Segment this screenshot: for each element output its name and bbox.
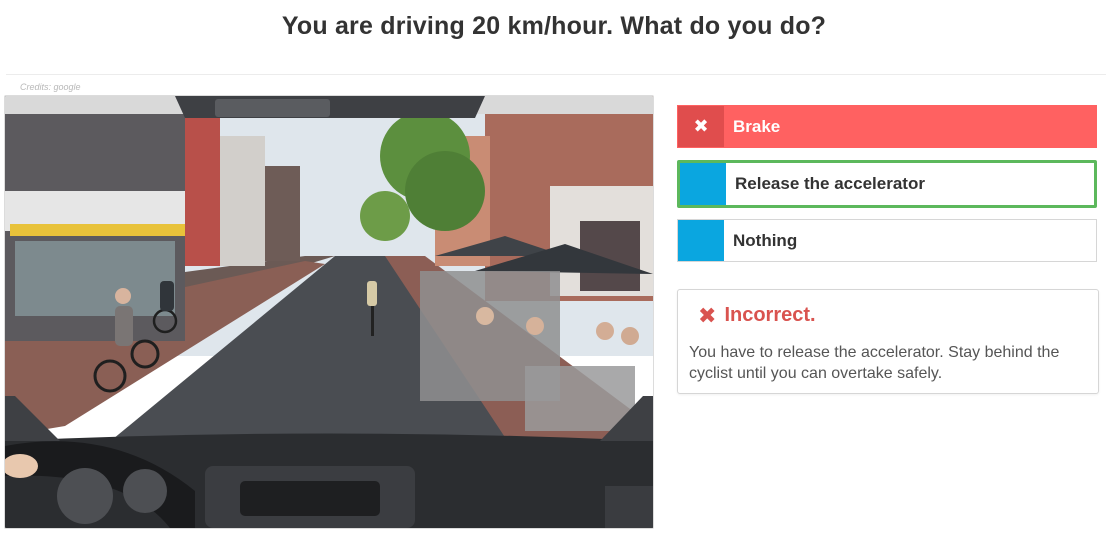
answer-label: Nothing xyxy=(733,230,798,250)
feedback-panel: ✖ Incorrect. You have to release the acc… xyxy=(677,289,1099,394)
answer-marker xyxy=(680,163,726,205)
feedback-title: Incorrect. xyxy=(724,304,816,326)
answer-brake-button[interactable]: ✖ Brake xyxy=(677,105,1097,148)
feedback-header: ✖ Incorrect. xyxy=(698,304,816,327)
question-title: You are driving 20 km/hour. What do you … xyxy=(281,12,827,40)
answer-nothing-button[interactable]: Nothing xyxy=(677,219,1097,262)
feedback-message: You have to release the accelerator. Sta… xyxy=(689,344,1060,382)
answer-label: Brake xyxy=(733,116,781,136)
image-credits: Credits: google xyxy=(20,82,81,92)
answer-release-accelerator-button[interactable]: Release the accelerator xyxy=(677,160,1097,208)
cross-icon: ✖ xyxy=(698,302,717,328)
answer-label: Release the accelerator xyxy=(735,174,925,193)
divider xyxy=(6,74,1106,75)
driving-scene-image xyxy=(4,95,654,529)
answer-marker xyxy=(678,220,724,261)
cross-icon: ✖ xyxy=(678,106,724,147)
